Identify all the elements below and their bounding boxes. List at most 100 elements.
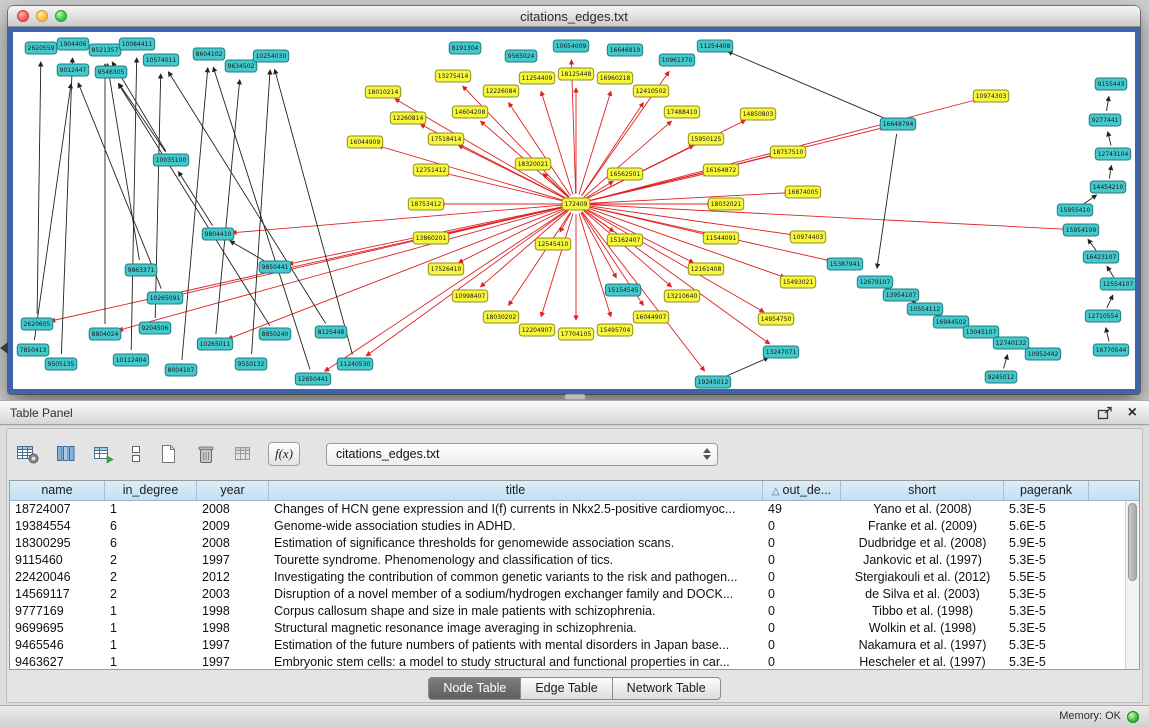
graph-node[interactable]: 172409	[562, 198, 590, 210]
graph-node[interactable]: 12679107	[857, 276, 892, 288]
graph-node[interactable]: 10084411	[119, 38, 154, 50]
row-format-button[interactable]	[128, 441, 144, 467]
graph-node[interactable]: 15154545	[605, 284, 640, 296]
graph-node[interactable]: 14454210	[1090, 181, 1125, 193]
collapse-panel-arrow-icon[interactable]	[0, 342, 8, 354]
graph-node[interactable]: 10974303	[973, 90, 1008, 102]
graph-node[interactable]: 9245012	[985, 371, 1017, 383]
graph-node[interactable]: 10554112	[907, 303, 942, 315]
graph-edge[interactable]	[213, 67, 310, 369]
window-titlebar[interactable]: citations_edges.txt	[8, 6, 1140, 27]
graph-edge[interactable]	[722, 358, 768, 378]
show-columns-button[interactable]	[52, 441, 80, 467]
close-panel-icon[interactable]: ×	[1128, 403, 1137, 423]
table-row[interactable]: 977716911998Corpus callosum shape and si…	[10, 603, 1125, 620]
graph-node[interactable]: 12554107	[1100, 278, 1135, 290]
graph-node[interactable]: 14604208	[452, 106, 487, 118]
graph-edge[interactable]	[182, 68, 208, 360]
column-header-in_degree[interactable]: in_degree	[105, 481, 197, 500]
table-row[interactable]: 1830029562008Estimation of significance …	[10, 535, 1125, 552]
graph-edge[interactable]	[541, 214, 573, 317]
graph-node[interactable]: 12740132	[993, 337, 1028, 349]
graph-node[interactable]: 9863371	[125, 264, 157, 276]
graph-node[interactable]: 19245012	[695, 376, 730, 388]
graph-edge[interactable]	[1107, 266, 1114, 277]
graph-node[interactable]: 9804410	[202, 228, 234, 240]
graph-node[interactable]: 18753412	[408, 198, 443, 210]
graph-node[interactable]: 8804024	[89, 328, 121, 340]
table-scrollbar[interactable]	[1125, 501, 1139, 669]
graph-node[interactable]: 9012447	[57, 64, 89, 76]
graph-node[interactable]: 12743104	[1095, 148, 1130, 160]
graph-edge[interactable]	[179, 206, 567, 295]
graph-edge[interactable]	[1109, 166, 1111, 179]
graph-node[interactable]: 2620559	[25, 42, 57, 54]
graph-node[interactable]: 17704105	[558, 328, 593, 340]
graph-node[interactable]: 12204907	[519, 324, 554, 336]
graph-node[interactable]: 16164872	[703, 164, 738, 176]
graph-node[interactable]: 14850803	[740, 108, 775, 120]
graph-node[interactable]: 13954107	[883, 289, 918, 301]
graph-node[interactable]: 13860201	[413, 232, 448, 244]
graph-node[interactable]: 12260814	[390, 112, 425, 124]
column-header-name[interactable]: name	[10, 481, 105, 500]
graph-node[interactable]: 10254030	[253, 50, 288, 62]
graph-edge[interactable]	[586, 205, 1067, 230]
graph-edge[interactable]	[1106, 328, 1109, 342]
graph-node[interactable]: 10574011	[143, 54, 178, 66]
graph-edge[interactable]	[1107, 295, 1113, 308]
network-graph[interactable]: 1724091803202116164872159501251748841012…	[13, 32, 1135, 389]
graph-node[interactable]: 18125448	[558, 68, 593, 80]
graph-edge[interactable]	[877, 134, 897, 268]
graph-edge[interactable]	[585, 120, 746, 199]
column-header-out_degree[interactable]: △out_de...	[763, 481, 841, 500]
graph-node[interactable]: 9204506	[139, 322, 171, 334]
graph-node[interactable]: 17518414	[428, 133, 463, 145]
close-window-button[interactable]	[17, 10, 29, 22]
graph-edge[interactable]	[275, 70, 353, 355]
graph-node[interactable]: 13275414	[435, 70, 470, 82]
graph-edge[interactable]	[1108, 132, 1111, 146]
graph-node[interactable]: 10035100	[153, 154, 188, 166]
table-row[interactable]: 2242004622012Investigating the contribut…	[10, 569, 1125, 586]
graph-node[interactable]: 12751412	[413, 164, 448, 176]
graph-node[interactable]: 16648794	[880, 118, 915, 130]
graph-node[interactable]: 10952442	[1025, 348, 1060, 360]
graph-node[interactable]: 16044907	[633, 311, 668, 323]
graph-edge[interactable]	[541, 91, 573, 194]
graph-edge[interactable]	[179, 172, 213, 226]
graph-node[interactable]: 9850441	[259, 261, 291, 273]
graph-node[interactable]: 10265011	[197, 338, 232, 350]
graph-node[interactable]: 11544091	[703, 232, 738, 244]
memory-ok-indicator[interactable]	[1127, 711, 1139, 723]
graph-edge[interactable]	[378, 146, 566, 201]
graph-node[interactable]: 12650441	[295, 373, 330, 385]
graph-node[interactable]: 13210640	[664, 290, 699, 302]
graph-node[interactable]: 12710554	[1085, 310, 1120, 322]
import-table-button[interactable]	[90, 441, 118, 467]
graph-node[interactable]: 17488410	[664, 106, 699, 118]
graph-edge[interactable]	[459, 209, 568, 263]
graph-node[interactable]: 10998407	[452, 290, 487, 302]
graph-edge[interactable]	[232, 205, 566, 233]
minimize-window-button[interactable]	[36, 10, 48, 22]
graph-node[interactable]: 15162407	[607, 234, 642, 246]
graph-edge[interactable]	[216, 80, 240, 334]
graph-node[interactable]: 9155443	[1095, 78, 1127, 90]
table-row[interactable]: 946554611997Estimation of the future num…	[10, 637, 1125, 654]
graph-node[interactable]: 18030202	[483, 311, 518, 323]
table-row[interactable]: 969969511998Structural magnetic resonanc…	[10, 620, 1125, 637]
graph-node[interactable]: 15493021	[780, 276, 815, 288]
tab-network-table[interactable]: Network Table	[613, 677, 721, 700]
graph-node[interactable]: 10974403	[790, 231, 825, 243]
graph-node[interactable]: 9505135	[45, 358, 77, 370]
graph-node[interactable]: 16562501	[607, 168, 642, 180]
graph-edge[interactable]	[1088, 239, 1096, 250]
graph-node[interactable]: 16874005	[785, 186, 820, 198]
graph-node[interactable]: 10112404	[113, 354, 148, 366]
graph-node[interactable]: 7850413	[17, 344, 49, 356]
graph-node[interactable]: 8191304	[449, 42, 481, 54]
graph-node[interactable]: 10654009	[553, 40, 588, 52]
column-header-year[interactable]: year	[197, 481, 269, 500]
graph-node[interactable]: 8004107	[165, 364, 197, 376]
